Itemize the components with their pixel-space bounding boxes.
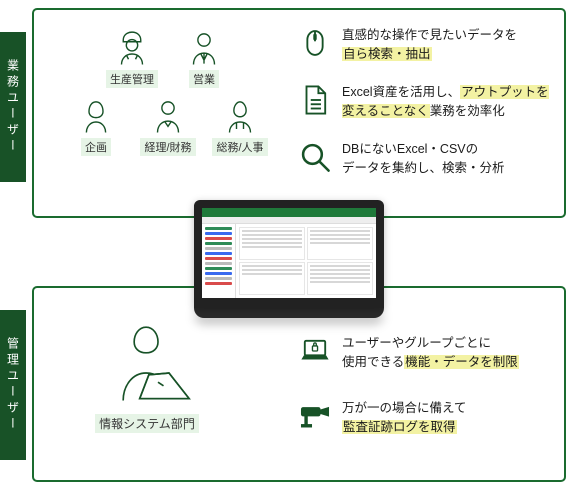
laptop-screen [194,200,384,308]
feature-text: Excel資産を活用し、アウトプットを変えることなく業務を効率化 [342,83,550,122]
role-hr: 総務/人事 [208,94,272,156]
app-tree [202,224,236,298]
role-label: 経理/財務 [140,138,195,156]
role-label: 生産管理 [106,70,158,88]
roles-grid: 生産管理 営業 [62,26,274,156]
side-tab-admin: 管理ユーザー [0,310,26,460]
magnifier-icon [298,140,332,174]
person-helmet-icon [111,26,153,68]
feature-restrict: ユーザーやグループごとに 使用できる機能・データを制限 [298,334,550,373]
admin-illustration: 情報システム部門 [92,314,202,433]
role-production: 生産管理 [100,26,164,88]
person-female-icon [75,94,117,136]
document-icon [298,83,332,117]
person-senior-icon [147,94,189,136]
panel-business-users: 生産管理 営業 [32,8,566,218]
person-female2-icon [219,94,261,136]
camera-icon [298,399,332,433]
feature-aggregate: DBにないExcel・CSVの データを集約し、検索・分析 [298,140,550,179]
role-label: 総務/人事 [212,138,267,156]
person-laptop-icon [92,314,202,410]
feature-excel: Excel資産を活用し、アウトプットを変えることなく業務を効率化 [298,83,550,122]
role-sales: 営業 [172,26,236,88]
side-tab-business: 業務ユーザー [0,32,26,182]
feature-search: 直感的な操作で見たいデータを 自ら検索・抽出 [298,26,550,65]
role-finance: 経理/財務 [136,94,200,156]
app-titlebar [202,208,376,217]
role-label: 営業 [189,70,219,88]
person-suit-icon [183,26,225,68]
laptop-base [194,308,384,318]
role-label: 企画 [81,138,111,156]
feature-text: 直感的な操作で見たいデータを 自ら検索・抽出 [342,26,517,65]
feature-text: DBにないExcel・CSVの データを集約し、検索・分析 [342,140,505,179]
feature-audit: 万が一の場合に備えて 監査証跡ログを取得 [298,399,550,438]
mouse-icon [298,26,332,60]
feature-text: 万が一の場合に備えて 監査証跡ログを取得 [342,399,466,438]
app-toolbar [202,217,376,224]
admin-label: 情報システム部門 [95,414,199,433]
feature-text: ユーザーやグループごとに 使用できる機能・データを制限 [342,334,519,373]
app-grid [236,224,376,298]
laptop-illustration [0,200,578,318]
role-planning: 企画 [64,94,128,156]
feature-list-top: 直感的な操作で見たいデータを 自ら検索・抽出 Excel資産を活用し、アウトプッ… [298,26,550,178]
laptop-lock-icon [298,334,332,368]
feature-list-bottom: ユーザーやグループごとに 使用できる機能・データを制限 万が一の場合に備えて 監… [298,334,550,438]
